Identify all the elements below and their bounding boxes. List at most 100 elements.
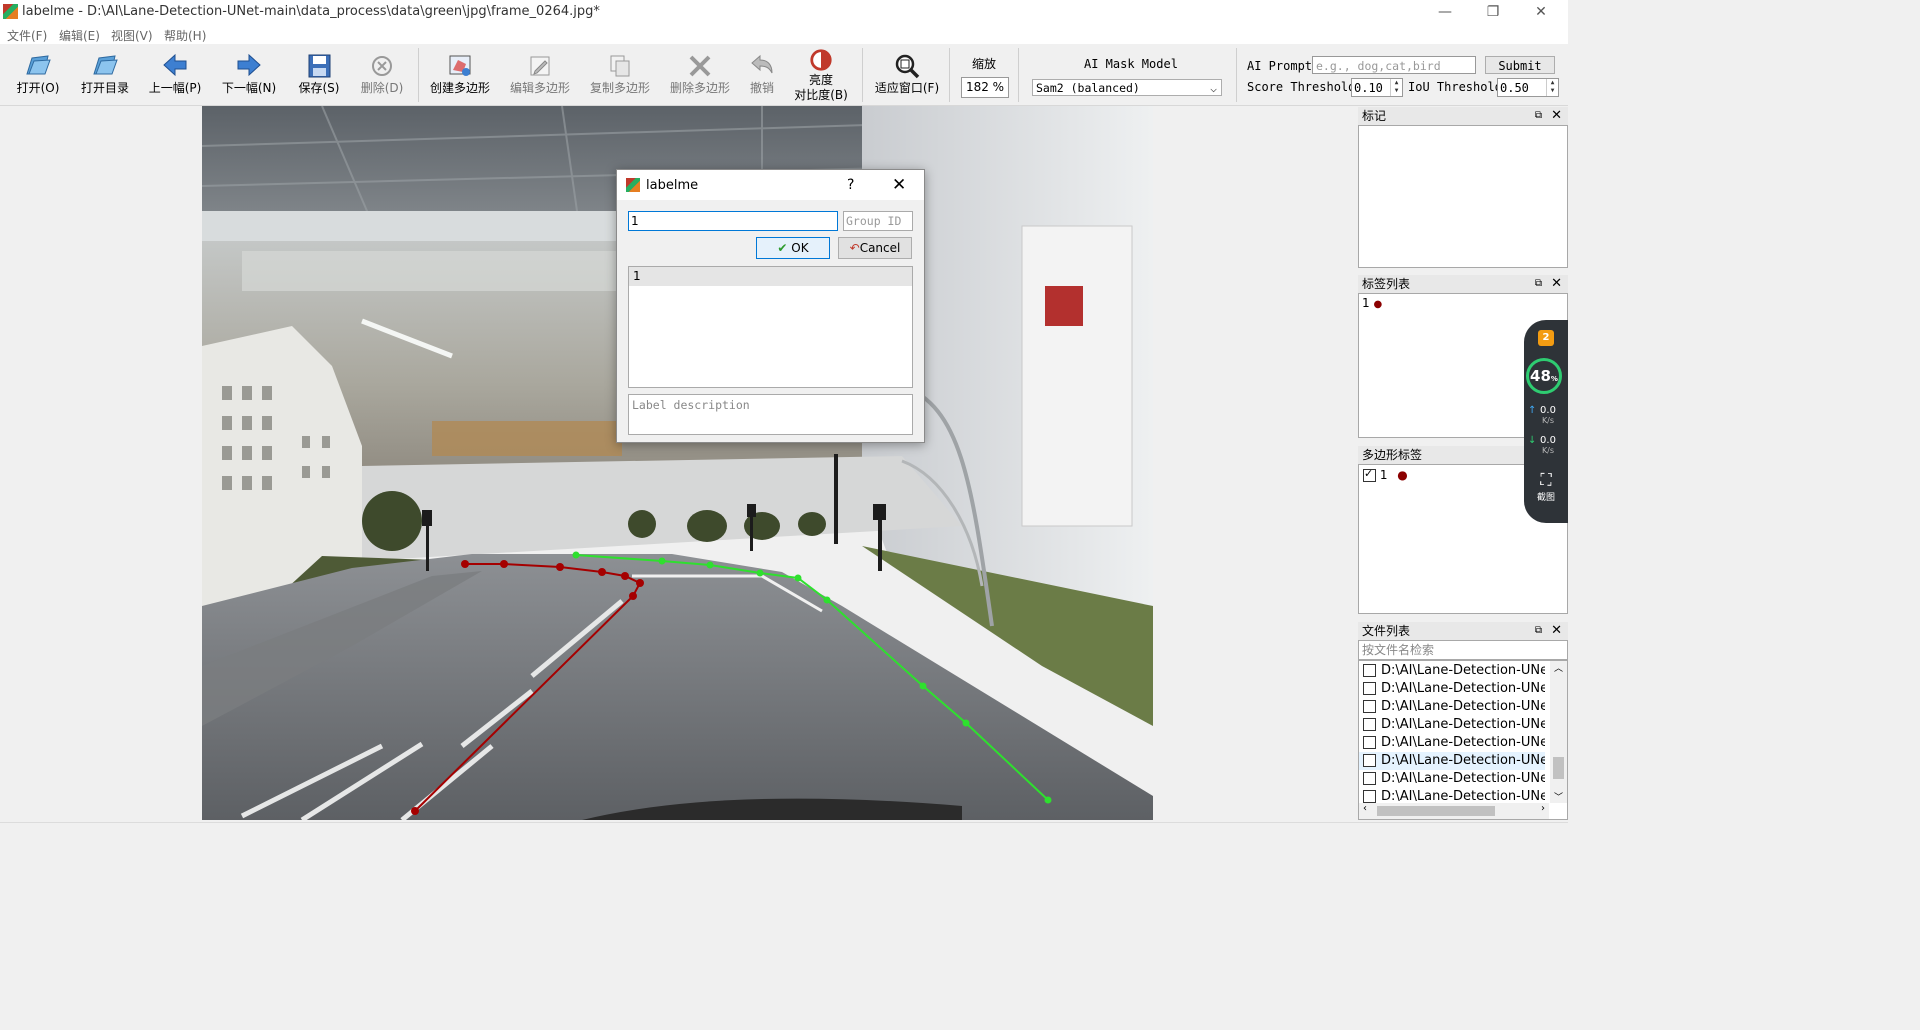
labelme-app-icon: [3, 4, 18, 19]
file-checkbox[interactable]: [1363, 682, 1376, 695]
file-search-input[interactable]: 按文件名检索: [1358, 640, 1568, 660]
flags-panel: [1358, 125, 1568, 268]
zoom-spinbox[interactable]: 182 %: [961, 77, 1009, 98]
scroll-left-icon[interactable]: ‹: [1363, 803, 1367, 814]
toolbar-separator: [949, 48, 950, 102]
create-polygon-button[interactable]: 创建多边形: [426, 50, 494, 102]
file-list-item-current[interactable]: D:\AI\Lane-Detection-UNet-main: [1359, 752, 1545, 770]
dialog-title-bar: labelme ? ✕: [617, 170, 924, 200]
spin-arrows-icon[interactable]: ▲ ▼: [1546, 79, 1558, 96]
menu-edit[interactable]: 编辑(E): [59, 27, 100, 44]
score-threshold-spinbox[interactable]: 0.10 ▲ ▼: [1351, 78, 1403, 97]
file-list-item[interactable]: D:\AI\Lane-Detection-UNet-main: [1359, 770, 1545, 788]
system-monitor-widget[interactable]: 2 48% ↑ 0.0 K/s ↓ 0.0 K/s ⛶ 截图: [1524, 320, 1568, 523]
file-list-item[interactable]: D:\AI\Lane-Detection-UNet-main: [1359, 716, 1545, 734]
polygon-labels-title: 多边形标签: [1362, 448, 1423, 462]
scroll-right-icon[interactable]: ›: [1541, 803, 1545, 814]
save-button[interactable]: 保存(S): [294, 50, 344, 102]
close-dock-icon[interactable]: ✕: [1551, 107, 1562, 125]
delete-file-button[interactable]: 删除(D): [356, 50, 408, 102]
file-checkbox[interactable]: [1363, 664, 1376, 677]
help-button[interactable]: ?: [847, 177, 854, 193]
close-dock-icon[interactable]: ✕: [1551, 275, 1562, 293]
float-dock-icon[interactable]: ⧉: [1535, 107, 1542, 125]
upload-arrow-icon: ↑: [1528, 405, 1537, 416]
label-list[interactable]: 1: [628, 266, 913, 388]
label-input[interactable]: 1: [628, 211, 838, 231]
menu-help[interactable]: 帮助(H): [164, 27, 206, 44]
notification-badge[interactable]: 2: [1538, 330, 1554, 346]
prev-label: 上一幅(P): [148, 81, 202, 95]
iou-threshold-spinbox[interactable]: 0.50 ▲ ▼: [1497, 78, 1559, 97]
undo-button[interactable]: 撤销: [744, 50, 780, 102]
scroll-down-icon[interactable]: ﹀: [1550, 790, 1567, 803]
crop-icon: ⛶: [1540, 470, 1552, 489]
file-path: D:\AI\Lane-Detection-UNet-main: [1381, 681, 1545, 696]
delete-label: 删除(D): [360, 81, 404, 95]
menu-file[interactable]: 文件(F): [7, 27, 47, 44]
zoom-label: 缩放: [972, 57, 997, 71]
group-id-input[interactable]: Group ID: [843, 211, 913, 231]
create-polygon-icon: [449, 55, 471, 76]
horizontal-scrollbar[interactable]: ‹ ›: [1359, 803, 1549, 819]
label-description-input[interactable]: Label description: [628, 394, 913, 435]
contrast-label: 对比度(B): [794, 88, 848, 102]
copy-polygon-button[interactable]: 复制多边形: [586, 50, 654, 102]
file-path: D:\AI\Lane-Detection-UNet-main: [1381, 699, 1545, 714]
close-window-button[interactable]: ✕: [1518, 0, 1564, 24]
minimize-button[interactable]: —: [1422, 0, 1468, 24]
file-list-dock: 文件列表 ⧉ ✕ 按文件名检索 D:\AI\Lane-Detection-UNe…: [1358, 622, 1568, 820]
download-speed: ↓ 0.0 K/s: [1528, 436, 1566, 456]
scrollbar-thumb[interactable]: [1553, 757, 1564, 779]
flags-title: 标记: [1362, 109, 1387, 123]
file-list-item[interactable]: D:\AI\Lane-Detection-UNet-main: [1359, 734, 1545, 752]
screenshot-button[interactable]: ⛶ 截图: [1524, 470, 1568, 503]
label-dialog: labelme ? ✕ 1 Group ID ✔ OK ↶Cancel 1 La…: [616, 169, 925, 443]
menu-view[interactable]: 视图(V): [111, 27, 153, 44]
file-list-item[interactable]: D:\AI\Lane-Detection-UNet-main: [1359, 662, 1545, 680]
edit-polygon-button[interactable]: 编辑多边形: [506, 50, 574, 102]
brightness-contrast-button[interactable]: 亮度 对比度(B): [790, 46, 852, 102]
file-checkbox[interactable]: [1363, 790, 1376, 803]
fit-window-button[interactable]: 适应窗口(F): [870, 50, 944, 102]
next-image-button[interactable]: 下一幅(N): [220, 50, 278, 102]
checkmark-icon: ✔: [777, 241, 788, 255]
toolbar-separator: [1018, 48, 1019, 102]
file-checkbox[interactable]: [1363, 772, 1376, 785]
title-bar: labelme - D:\AI\Lane-Detection-UNet-main…: [0, 0, 1568, 24]
prev-image-button[interactable]: 上一幅(P): [146, 50, 204, 102]
file-list-item[interactable]: D:\AI\Lane-Detection-UNet-main: [1359, 698, 1545, 716]
restore-button[interactable]: ❐: [1470, 0, 1516, 24]
vertical-scrollbar[interactable]: ︿ ﹀: [1550, 661, 1567, 803]
spin-arrows-icon[interactable]: ▲ ▼: [1390, 79, 1402, 96]
upload-speed: ↑ 0.0 K/s: [1528, 405, 1566, 426]
score-threshold-label: Score Threshold: [1247, 80, 1356, 94]
file-checkbox[interactable]: [1363, 718, 1376, 731]
file-list-item[interactable]: D:\AI\Lane-Detection-UNet-main: [1359, 680, 1545, 698]
close-dock-icon[interactable]: ✕: [1551, 622, 1562, 640]
submit-button[interactable]: Submit: [1485, 56, 1555, 74]
ok-button[interactable]: ✔ OK: [756, 237, 830, 259]
delete-x-icon: [689, 55, 711, 77]
cancel-button[interactable]: ↶Cancel: [838, 237, 912, 259]
visibility-checkbox[interactable]: [1363, 467, 1376, 482]
label-list-item[interactable]: 1: [629, 267, 912, 286]
scrollbar-thumb[interactable]: [1377, 806, 1495, 816]
brightness-contrast-icon: [810, 49, 832, 71]
open-button[interactable]: 打开(O): [14, 50, 62, 102]
float-dock-icon[interactable]: ⧉: [1535, 275, 1542, 293]
file-checkbox[interactable]: [1363, 736, 1376, 749]
file-checkbox[interactable]: [1363, 700, 1376, 713]
arrow-left-icon: [163, 53, 187, 77]
flags-dock: 标记 ⧉ ✕: [1358, 107, 1568, 268]
ai-mask-model-select[interactable]: Sam2 (balanced) ⌵: [1032, 79, 1222, 96]
open-dir-button[interactable]: 打开目录: [76, 50, 134, 102]
dialog-close-button[interactable]: ✕: [892, 175, 906, 195]
float-dock-icon[interactable]: ⧉: [1535, 622, 1542, 640]
ai-prompt-input[interactable]: e.g., dog,cat,bird: [1312, 56, 1476, 74]
label-list-entry[interactable]: 1 ●: [1359, 294, 1567, 312]
open-folder-icon: [26, 55, 51, 75]
file-checkbox[interactable]: [1363, 754, 1376, 767]
scroll-up-icon[interactable]: ︿: [1550, 661, 1567, 674]
delete-polygon-button[interactable]: 删除多边形: [666, 50, 734, 102]
